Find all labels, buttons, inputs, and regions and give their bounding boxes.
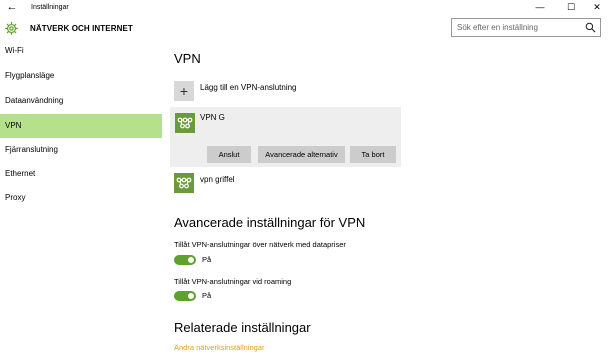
sidebar-item-ethernet[interactable]: Ethernet <box>0 162 162 186</box>
close-button[interactable]: ✕ <box>587 0 607 16</box>
sidebar: Wi-Fi Flygplansläge Dataanvändning VPN F… <box>0 39 162 349</box>
vpn-connection-name: vpn griffel <box>200 175 235 184</box>
add-vpn-button[interactable]: + Lägg till en VPN-anslutning <box>174 81 374 103</box>
vpn-icon <box>175 113 195 133</box>
metered-toggle-state: På <box>202 255 212 264</box>
sidebar-item-wifi[interactable]: Wi-Fi <box>0 39 162 63</box>
back-arrow-icon: ← <box>6 1 18 13</box>
gear-icon <box>5 22 18 35</box>
sidebar-item-data-usage[interactable]: Dataanvändning <box>0 89 162 113</box>
window-title: Inställningar <box>31 4 69 11</box>
metered-toggle-row: På <box>174 255 254 267</box>
vpn-connection-card[interactable]: VPN G Anslut Avancerade alternativ Ta bo… <box>170 107 401 167</box>
advanced-settings-heading: Avancerade inställningar för VPN <box>174 215 366 230</box>
page-title: NÄTVERK OCH INTERNET <box>30 24 133 33</box>
toggle-knob <box>188 257 194 263</box>
back-button[interactable]: ← <box>6 1 18 14</box>
metered-option-label: Tillåt VPN-anslutningar över nätverk med… <box>174 240 346 249</box>
roaming-option-label: Tillåt VPN-anslutningar vid roaming <box>174 277 292 286</box>
add-vpn-label: Lägg till en VPN-anslutning <box>200 83 297 92</box>
remove-button[interactable]: Ta bort <box>350 146 396 163</box>
advanced-options-button[interactable]: Avancerade alternativ <box>258 146 345 163</box>
roaming-toggle[interactable] <box>174 291 196 301</box>
toggle-knob <box>188 293 194 299</box>
sidebar-item-vpn[interactable]: VPN <box>0 114 162 138</box>
search-placeholder: Sök efter en inställning <box>457 23 538 32</box>
vpn-icon <box>174 173 194 193</box>
maximize-button[interactable]: ☐ <box>561 0 581 16</box>
metered-toggle[interactable] <box>174 255 196 265</box>
sidebar-item-dial-up[interactable]: Fjärranslutning <box>0 138 162 162</box>
connect-button[interactable]: Anslut <box>207 146 251 163</box>
title-bar: ← Inställningar — ☐ ✕ <box>0 0 609 16</box>
related-settings-heading: Relaterade inställningar <box>174 320 311 335</box>
search-icon[interactable] <box>585 22 596 33</box>
sidebar-item-proxy[interactable]: Proxy <box>0 186 162 210</box>
vpn-connection-name: VPN G <box>200 113 225 122</box>
related-settings-link[interactable]: Ändra nätverksinställningar <box>174 343 264 353</box>
search-input[interactable]: Sök efter en inställning <box>451 18 601 37</box>
roaming-toggle-state: På <box>202 291 212 300</box>
plus-icon: + <box>174 81 194 101</box>
minimize-button[interactable]: — <box>530 0 550 16</box>
vpn-heading: VPN <box>174 51 201 66</box>
vpn-connection-item[interactable]: vpn griffel <box>174 173 294 195</box>
roaming-toggle-row: På <box>174 291 254 303</box>
sidebar-item-airplane-mode[interactable]: Flygplansläge <box>0 64 162 88</box>
